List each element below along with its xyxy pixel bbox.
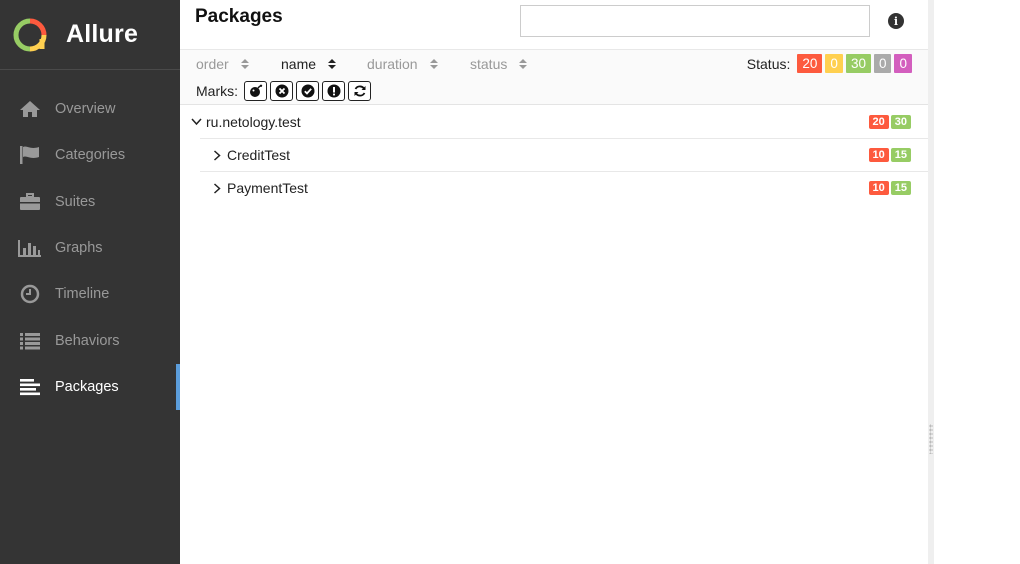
page-title: Packages [195, 6, 283, 27]
package-tree: ru.netology.test 20 30 CreditTest 10 15 [180, 105, 928, 204]
sidebar-item-suites[interactable]: Suites [0, 179, 180, 225]
flag-icon [18, 144, 42, 166]
group-counts: 10 15 [867, 148, 911, 162]
clock-icon [18, 283, 42, 305]
tree-group-root[interactable]: ru.netology.test 20 30 [180, 105, 928, 138]
sidebar-item-behaviors[interactable]: Behaviors [0, 317, 180, 363]
group-name: ru.netology.test [206, 113, 301, 130]
flaky-mark-button[interactable] [244, 81, 267, 101]
pane-splitter[interactable] [928, 0, 934, 564]
tree-group-payment-test[interactable]: PaymentTest 10 15 [200, 171, 928, 204]
sort-by-order[interactable]: order [196, 56, 249, 72]
status-badge-unknown[interactable]: 0 [894, 54, 912, 73]
failed-count-badge: 10 [868, 181, 889, 195]
chevron-down-icon [190, 116, 202, 128]
failed-count-badge: 20 [868, 114, 889, 129]
refresh-icon [354, 85, 365, 97]
search-input[interactable] [520, 5, 870, 37]
sort-label: name [281, 56, 317, 72]
check-circle-icon [301, 84, 314, 98]
sidebar-nav: Overview Categories Suites Graphs Timeli… [0, 86, 180, 411]
allure-logo-icon [13, 18, 47, 51]
sidebar-item-label: Overview [55, 101, 116, 118]
retries-mark-button[interactable] [348, 81, 371, 101]
sort-by-duration[interactable]: duration [367, 56, 438, 72]
new-broken-mark-button[interactable] [322, 81, 345, 101]
briefcase-icon [18, 191, 42, 213]
sort-by-status[interactable]: status [470, 56, 528, 72]
chevron-right-icon [211, 182, 223, 194]
sort-label: duration [367, 56, 418, 72]
sort-icon [429, 59, 438, 69]
align-left-icon [18, 376, 42, 398]
status-badge-passed[interactable]: 30 [845, 54, 871, 73]
sidebar-item-label: Suites [55, 193, 96, 210]
status-badge-skipped[interactable]: 0 [873, 54, 892, 73]
sidebar-item-overview[interactable]: Overview [0, 86, 180, 132]
list-icon [18, 330, 42, 352]
sort-label: order [196, 56, 229, 72]
sidebar-item-timeline[interactable]: Timeline [0, 271, 180, 317]
status-filter: Status: 20 0 30 0 0 [747, 54, 912, 73]
brand[interactable]: Allure [0, 0, 180, 70]
group-name: PaymentTest [227, 180, 308, 196]
sidebar-item-label: Timeline [55, 286, 110, 303]
sort-icon [519, 59, 528, 69]
sort-icon [328, 59, 337, 69]
marks-label: Marks: [196, 83, 238, 99]
status-badge-failed[interactable]: 20 [797, 54, 823, 73]
sidebar-item-label: Packages [55, 378, 119, 395]
sidebar-item-categories[interactable]: Categories [0, 132, 180, 178]
exclamation-circle-icon [327, 84, 340, 98]
tree-group-credit-test[interactable]: CreditTest 10 15 [200, 138, 928, 171]
status-label: Status: [746, 55, 791, 72]
sort-toolbar: order name duration status Status: 20 0 … [180, 50, 928, 105]
sidebar-item-packages[interactable]: Packages [0, 363, 180, 411]
group-name: CreditTest [227, 147, 291, 163]
passed-count-badge: 15 [890, 181, 911, 195]
brand-name: Allure [66, 20, 139, 48]
info-icon[interactable]: i [888, 13, 904, 29]
marks-filter: Marks: [196, 81, 371, 101]
sidebar-item-label: Graphs [55, 240, 103, 257]
bar-chart-icon [18, 237, 42, 259]
sidebar-item-graphs[interactable]: Graphs [0, 225, 180, 271]
sidebar-item-label: Categories [55, 147, 126, 164]
times-circle-icon [275, 84, 288, 98]
home-icon [18, 98, 42, 120]
allure-report-app: Allure Overview Categories Suites Graphs… [0, 0, 1020, 564]
new-failed-mark-button[interactable] [270, 81, 293, 101]
status-badge-broken[interactable]: 0 [825, 54, 843, 73]
sidebar: Allure Overview Categories Suites Graphs… [0, 0, 180, 564]
bomb-icon [249, 84, 262, 97]
sort-by-name[interactable]: name [281, 56, 337, 72]
chevron-right-icon [211, 149, 223, 161]
packages-panel: Packages i order name duration status St… [180, 0, 928, 564]
splitter-grip-icon[interactable] [929, 424, 933, 454]
group-counts: 10 15 [867, 181, 911, 195]
group-counts: 20 30 [867, 114, 911, 129]
passed-count-badge: 15 [890, 148, 911, 162]
passed-count-badge: 30 [890, 114, 911, 129]
sidebar-item-label: Behaviors [55, 332, 120, 349]
new-passed-mark-button[interactable] [296, 81, 319, 101]
sort-icon [240, 59, 249, 69]
failed-count-badge: 10 [868, 148, 889, 162]
panel-header: Packages i [180, 0, 928, 50]
sort-label: status [470, 56, 508, 72]
